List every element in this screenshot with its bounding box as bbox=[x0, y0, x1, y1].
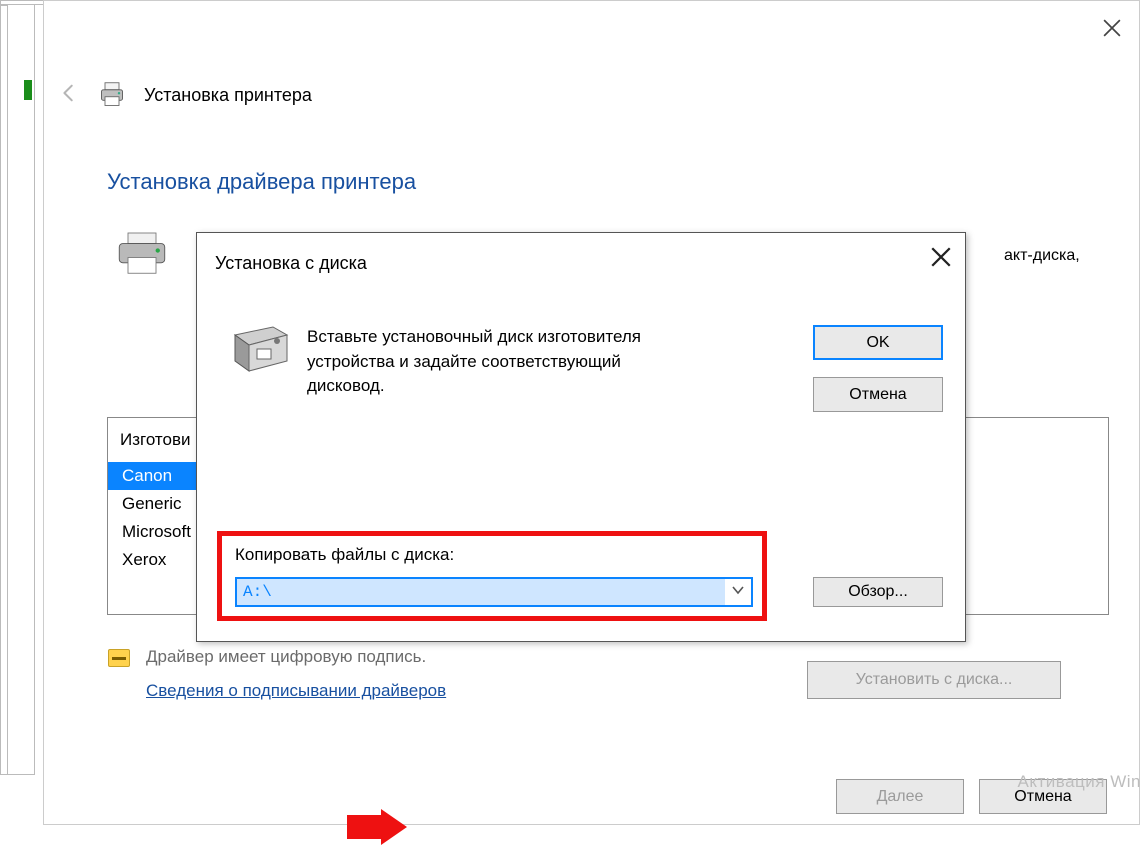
dialog-title: Установка с диска bbox=[215, 253, 367, 274]
chevron-down-icon[interactable] bbox=[725, 583, 751, 601]
instruction-text-tail: акт-диска, bbox=[1004, 247, 1080, 265]
manufacturer-header: Изготови bbox=[120, 430, 191, 450]
printer-large-icon bbox=[114, 231, 170, 281]
copy-files-label: Копировать файлы с диска: bbox=[235, 545, 454, 565]
driver-signature-link[interactable]: Сведения о подписывании драйверов bbox=[146, 681, 446, 701]
background-window-edge-left2 bbox=[0, 5, 8, 775]
back-arrow-icon[interactable] bbox=[58, 82, 80, 109]
signed-driver-icon bbox=[108, 649, 130, 667]
windows-activation-watermark: Активация Win bbox=[1018, 772, 1140, 792]
dialog-ok-button[interactable]: OK bbox=[813, 325, 943, 360]
wizard-heading: Установка драйвера принтера bbox=[107, 169, 416, 195]
driver-signature-text: Драйвер имеет цифровую подпись. bbox=[146, 647, 426, 667]
install-from-disk-button[interactable]: Установить с диска... bbox=[807, 661, 1061, 699]
annotation-arrow-icon bbox=[347, 809, 407, 845]
path-combobox[interactable]: A:\ bbox=[235, 577, 753, 607]
install-from-disk-dialog: Установка с диска Вставьте установочный … bbox=[196, 232, 966, 642]
dialog-message: Вставьте установочный диск изготовителя … bbox=[307, 325, 687, 399]
close-wizard-button[interactable] bbox=[1103, 19, 1121, 41]
path-value[interactable]: A:\ bbox=[237, 579, 725, 605]
floppy-disk-icon bbox=[233, 325, 289, 379]
wizard-next-button[interactable]: Далее bbox=[836, 779, 964, 814]
browse-button[interactable]: Обзор... bbox=[813, 577, 943, 607]
close-dialog-button[interactable] bbox=[931, 247, 951, 271]
background-devices-icon bbox=[24, 80, 32, 100]
wizard-title: Установка принтера bbox=[144, 85, 312, 106]
printer-icon bbox=[98, 81, 126, 109]
dialog-cancel-button[interactable]: Отмена bbox=[813, 377, 943, 412]
